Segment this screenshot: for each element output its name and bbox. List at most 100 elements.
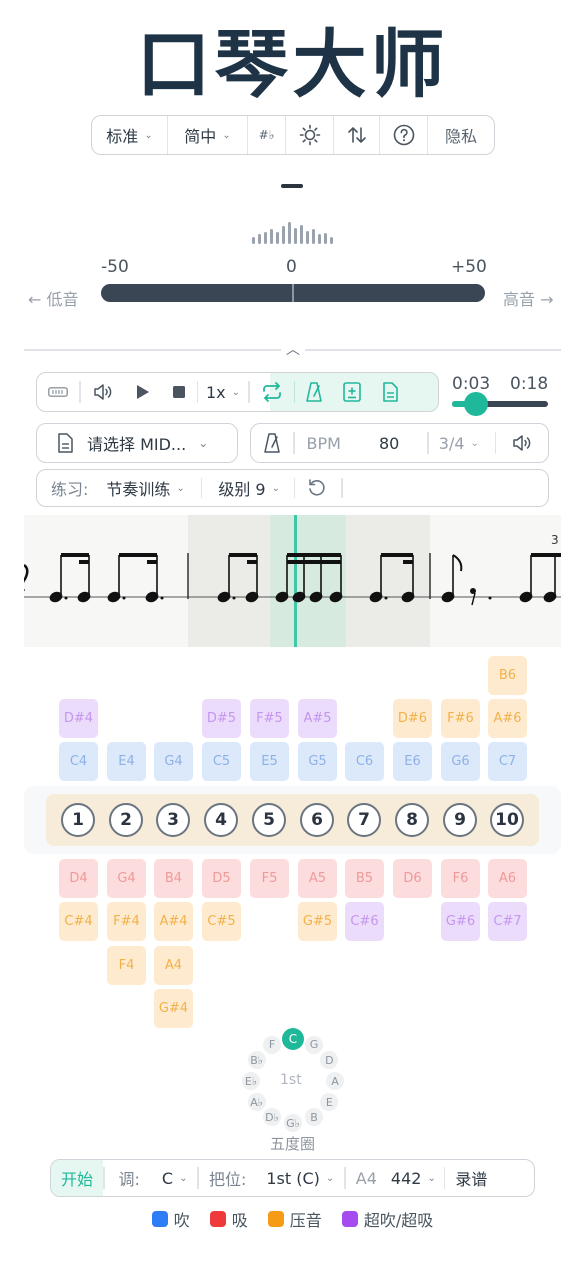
bpm-input[interactable]: 80 [379,434,399,453]
cof-note[interactable]: G [305,1035,323,1054]
note-bend-blow[interactable]: F#6 [441,699,480,738]
hole-number-1[interactable]: 1 [61,803,95,837]
speed-select[interactable]: 1x ⌄ [198,373,248,411]
progress-slider[interactable] [452,392,548,416]
note-blow[interactable]: G4 [154,742,193,781]
note-bend-draw[interactable]: F#4 [107,902,146,941]
note-overblow[interactable]: D#5 [202,699,241,738]
note-bend-draw[interactable]: G#5 [298,902,337,941]
note-bend-draw[interactable]: A#4 [154,902,193,941]
practice-mode-select[interactable]: 节奏训练 [106,476,170,500]
note-draw[interactable]: B5 [345,859,384,898]
note-draw[interactable]: D5 [202,859,241,898]
note-bend-draw[interactable]: A4 [154,946,193,985]
note-bend-blow[interactable]: D#6 [393,699,432,738]
record-button[interactable]: 录谱 [455,1166,487,1190]
note-overblow[interactable]: A#5 [298,699,337,738]
tuning-select[interactable]: 标准 ⌄ [92,116,168,154]
loop-button[interactable] [250,373,294,411]
time-signature-select[interactable]: 3/4 [439,434,465,453]
stop-button[interactable] [161,373,197,411]
theme-toggle[interactable] [286,116,334,154]
note-draw[interactable]: D4 [59,859,98,898]
bpm-label: BPM [306,433,341,453]
note-draw[interactable]: G4 [107,859,146,898]
hole-number-4[interactable]: 4 [204,803,238,837]
cof-note[interactable]: B [305,1108,323,1127]
note-overdraw[interactable]: C#6 [345,902,384,941]
note-blow[interactable]: E6 [393,742,432,781]
hole-number-5[interactable]: 5 [252,803,286,837]
a4-select[interactable]: 442 [391,1169,422,1188]
note-blow[interactable]: C5 [202,742,241,781]
note-blow[interactable]: E5 [250,742,289,781]
note-bend-draw[interactable]: F4 [107,946,146,985]
start-button[interactable]: 开始 [51,1160,103,1196]
note-bend-draw[interactable]: C#4 [59,902,98,941]
metronome-button[interactable] [295,373,333,411]
play-button[interactable] [125,373,161,411]
cof-note[interactable]: E♭ [242,1072,260,1090]
time-total: 0:18 [510,374,549,394]
chevron-up-icon[interactable]: ︿ [281,339,305,359]
cof-note[interactable]: A [326,1072,344,1090]
note-blow[interactable]: G5 [298,742,337,781]
sheet-button[interactable] [371,373,409,411]
help-button[interactable] [380,116,428,154]
note-draw[interactable]: A6 [488,859,527,898]
note-bend-blow[interactable]: A#6 [488,699,527,738]
note-blow[interactable]: C6 [345,742,384,781]
language-select[interactable]: 简中 ⌄ [168,116,248,154]
note-bend-draw[interactable]: C#5 [202,902,241,941]
note-draw[interactable]: F5 [250,859,289,898]
hole-number-7[interactable]: 7 [347,803,381,837]
privacy-link[interactable]: 隐私 [428,116,494,154]
cof-note[interactable]: F [263,1035,281,1054]
add-score-button[interactable] [333,373,371,411]
note-bend-draw[interactable]: G#4 [154,989,193,1028]
reset-icon[interactable] [307,478,327,498]
note-bend-blow[interactable]: B6 [488,656,527,695]
note-draw[interactable]: A5 [298,859,337,898]
note-overblow[interactable]: D#4 [59,699,98,738]
progress-knob[interactable] [464,392,488,416]
cof-note[interactable]: B♭ [247,1051,266,1069]
note-draw[interactable]: D6 [393,859,432,898]
cof-note[interactable]: G♭ [284,1114,302,1132]
note-blow[interactable]: C7 [488,742,527,781]
note-blow[interactable]: E4 [107,742,146,781]
volume-button[interactable] [81,373,125,411]
score-view[interactable]: 3 [24,515,561,647]
note-overblow[interactable]: F#5 [250,699,289,738]
cof-note[interactable]: C [282,1028,304,1050]
level-select[interactable]: 级别 9 [218,476,265,500]
note-blow[interactable]: G6 [441,742,480,781]
hole-number-2[interactable]: 2 [109,803,143,837]
accidental-toggle[interactable]: #♭ [248,116,286,154]
midi-placeholder: 请选择 MID... [87,435,187,454]
cof-note[interactable]: A♭ [247,1093,266,1111]
cof-note[interactable]: D [320,1051,339,1069]
chevron-down-icon: ⌄ [470,437,479,449]
hole-number-10[interactable]: 10 [490,803,524,837]
midi-select[interactable]: 请选择 MID... ⌄ [36,423,238,463]
cof-note[interactable]: E [320,1093,339,1111]
note-draw[interactable]: F6 [441,859,480,898]
note-blow[interactable]: C4 [59,742,98,781]
key-select[interactable]: C [162,1169,173,1188]
metronome-toggle[interactable] [251,433,293,453]
note-draw[interactable]: B4 [154,859,193,898]
hole-number-3[interactable]: 3 [156,803,190,837]
chevron-down-icon: ⌄ [176,482,185,494]
hole-number-9[interactable]: 9 [443,803,477,837]
hole-number-6[interactable]: 6 [300,803,334,837]
position-select[interactable]: 1st (C) [266,1169,320,1188]
hole-number-8[interactable]: 8 [395,803,429,837]
sort-toggle[interactable] [334,116,380,154]
cof-note[interactable]: D♭ [263,1108,281,1127]
note-overdraw[interactable]: C#7 [488,902,527,941]
note-overdraw[interactable]: G#6 [441,902,480,941]
harmonica-view-button[interactable] [37,373,79,411]
legend-swatch [267,1211,284,1227]
click-sound-toggle[interactable] [496,434,548,452]
